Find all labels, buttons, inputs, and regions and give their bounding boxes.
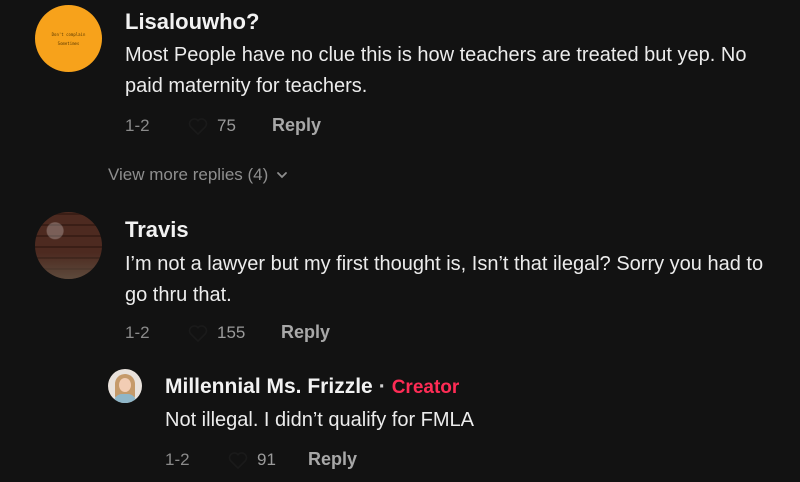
comment-text: Not illegal. I didn’t qualify for FMLA	[165, 409, 475, 431]
like-count: 91	[257, 450, 276, 469]
avatar-shirt	[114, 394, 136, 403]
heart-icon[interactable]	[188, 117, 208, 135]
comment-text: Most People have no clue this is how tea…	[125, 44, 747, 97]
comment-date: 1-2	[125, 116, 150, 135]
avatar-text-line: Sometimes	[57, 40, 80, 46]
heart-icon[interactable]	[228, 451, 248, 469]
chevron-down-icon	[277, 172, 288, 179]
username[interactable]: Millennial Ms. Frizzle	[165, 375, 373, 398]
avatar[interactable]	[35, 212, 102, 279]
reply-button[interactable]: Reply	[281, 322, 330, 343]
comment-date: 1-2	[165, 450, 190, 469]
username[interactable]: Travis	[125, 217, 189, 243]
avatar[interactable]	[108, 369, 142, 403]
separator-dot: ·	[378, 375, 386, 398]
reply-button[interactable]: Reply	[308, 449, 357, 470]
avatar[interactable]: Don't complain Sometimes	[35, 5, 102, 72]
like-count: 155	[217, 323, 246, 342]
comment-date: 1-2	[125, 323, 150, 342]
view-more-label: View more replies (4)	[108, 165, 269, 184]
reply-button[interactable]: Reply	[272, 115, 321, 136]
heart-icon[interactable]	[188, 324, 208, 342]
like-count: 75	[217, 116, 236, 135]
view-more-replies[interactable]: View more replies (4)	[108, 165, 288, 185]
reply-username-row: Millennial Ms. Frizzle · Creator	[165, 375, 459, 399]
comment-text: I’m not a lawyer but my first thought is…	[125, 253, 764, 306]
username[interactable]: Lisalouwho?	[125, 9, 259, 35]
avatar-face	[119, 378, 131, 392]
avatar-text-line: Don't complain	[51, 31, 86, 37]
creator-badge: Creator	[391, 377, 460, 398]
